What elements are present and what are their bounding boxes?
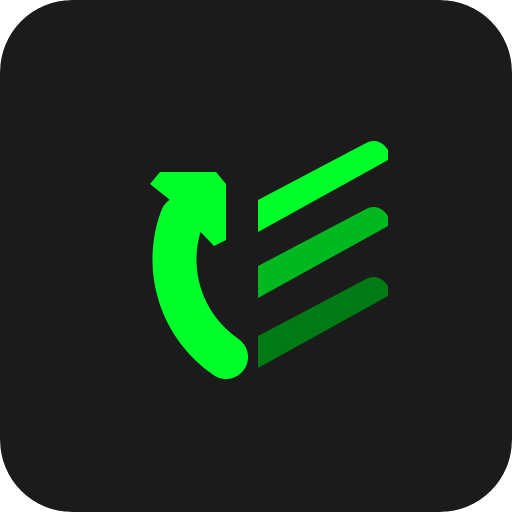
app-icon-graphic bbox=[0, 0, 512, 512]
icon-background bbox=[0, 0, 512, 512]
app-icon bbox=[0, 0, 512, 512]
